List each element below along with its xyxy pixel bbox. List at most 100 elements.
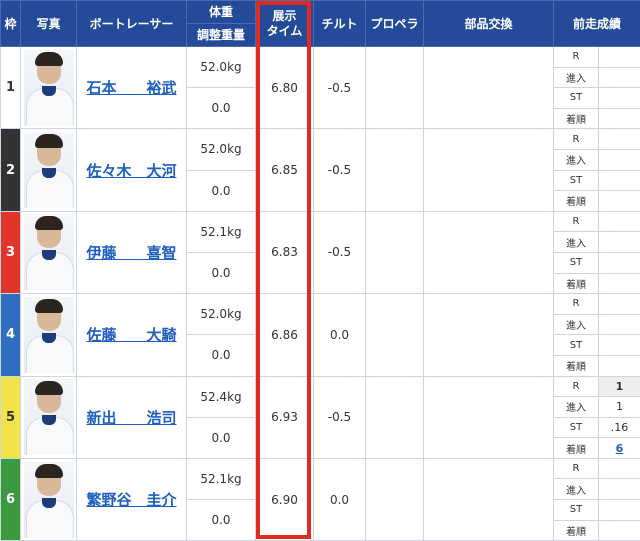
racer-name-link[interactable]: 新出 浩司 xyxy=(86,409,176,427)
result-value-r xyxy=(597,46,640,68)
result-label: 進入 xyxy=(553,148,599,171)
result-value-st xyxy=(597,251,640,274)
tenji-time: 6.86 xyxy=(255,293,314,377)
racer-name-cell: 新出 浩司 xyxy=(76,375,187,459)
propeller-value xyxy=(365,128,424,212)
tenji-label-line1: 展示 xyxy=(272,8,297,23)
result-label: 進入 xyxy=(553,396,599,418)
tenji-time: 6.83 xyxy=(255,210,314,295)
racer-weight: 52.1kg xyxy=(186,210,256,253)
racer-weight: 52.1kg xyxy=(186,457,256,501)
tilt-header: チルト xyxy=(313,0,366,47)
weight-header: 体重 調整重量 xyxy=(186,0,256,47)
parts-value xyxy=(423,457,554,541)
result-label: 進入 xyxy=(553,66,599,89)
result-label: ST xyxy=(553,87,599,109)
result-label: R xyxy=(553,46,599,68)
result-value-entry xyxy=(597,148,640,171)
header-row: 枠 写真 ボートレーサー 体重 調整重量 展示 タイム チルト プロペラ 部品交… xyxy=(0,0,640,47)
result-value-r xyxy=(597,293,640,315)
result-label: 着順 xyxy=(553,272,599,295)
racer-header: ボートレーサー xyxy=(76,0,187,47)
racer-name-link[interactable]: 佐々木 大河 xyxy=(86,162,176,180)
result-label: 着順 xyxy=(553,190,599,212)
result-value-st xyxy=(597,87,640,109)
racer-photo-cell xyxy=(20,293,77,377)
result-value-finish xyxy=(597,354,640,377)
racer-name-link[interactable]: 伊藤 喜智 xyxy=(86,244,176,262)
racer-name-cell: 佐藤 大騎 xyxy=(76,293,187,377)
tilt-value: 0.0 xyxy=(313,293,366,377)
result-value-finish xyxy=(597,519,640,541)
racer-weight: 52.0kg xyxy=(186,45,256,89)
result-label: 進入 xyxy=(553,313,599,336)
weight-label: 体重 xyxy=(187,1,255,24)
result-value-entry xyxy=(597,478,640,501)
parts-header: 部品交換 xyxy=(423,0,554,47)
photo-header: 写真 xyxy=(20,0,77,47)
racer-name-link[interactable]: 繁野谷 圭介 xyxy=(86,491,176,509)
result-label: R xyxy=(553,293,599,315)
result-value-st xyxy=(597,169,640,192)
result-label: ST xyxy=(553,169,599,192)
racer-weight: 52.0kg xyxy=(186,293,256,336)
result-label: ST xyxy=(553,334,599,356)
parts-value xyxy=(423,128,554,212)
racer-photo xyxy=(23,214,74,291)
result-value-st: .16 xyxy=(597,416,640,439)
prev-result-header: 前走成績 xyxy=(552,0,640,47)
tenji-label-line2: タイム xyxy=(266,23,303,38)
parts-value xyxy=(423,375,554,459)
racer-adjust-weight: 0.0 xyxy=(186,416,256,459)
propeller-value xyxy=(365,457,424,541)
racer-row: 5 新出 浩司 52.4kg 6.93 -0.5 R 1 xyxy=(0,375,640,459)
propeller-value xyxy=(365,375,424,459)
racer-photo xyxy=(23,132,74,209)
result-label: 着順 xyxy=(553,437,599,459)
result-label: 進入 xyxy=(553,478,599,501)
tilt-value: -0.5 xyxy=(313,128,366,212)
racer-row: 1 石本 裕武 52.0kg 6.80 -0.5 R xyxy=(0,45,640,130)
frame-header: 枠 xyxy=(0,0,21,47)
racer-row: 2 佐々木 大河 52.0kg 6.85 -0.5 R xyxy=(0,128,640,212)
result-label: 着順 xyxy=(553,107,599,130)
result-value-entry xyxy=(597,231,640,253)
frame-number: 5 xyxy=(0,375,21,459)
tenji-time: 6.85 xyxy=(255,128,314,212)
racer-photo xyxy=(23,296,74,373)
tilt-value: -0.5 xyxy=(313,210,366,295)
parts-value xyxy=(423,210,554,295)
result-value-st xyxy=(597,499,640,521)
racer-name-cell: 繁野谷 圭介 xyxy=(76,457,187,541)
result-value-r: 1 xyxy=(597,375,640,398)
racer-table: 枠 写真 ボートレーサー 体重 調整重量 展示 タイム チルト プロペラ 部品交… xyxy=(0,0,640,541)
racer-photo xyxy=(23,49,74,126)
result-label: R xyxy=(553,375,599,398)
result-value-r xyxy=(597,210,640,233)
result-value-finish xyxy=(597,107,640,130)
racer-adjust-weight: 0.0 xyxy=(186,499,256,541)
tenji-time: 6.80 xyxy=(255,45,314,130)
tilt-value: 0.0 xyxy=(313,457,366,541)
result-label: ST xyxy=(553,416,599,439)
racer-row: 3 伊藤 喜智 52.1kg 6.83 -0.5 R xyxy=(0,210,640,295)
result-label: R xyxy=(553,210,599,233)
racer-name-link[interactable]: 佐藤 大騎 xyxy=(86,326,176,344)
racer-row: 6 繁野谷 圭介 52.1kg 6.90 0.0 R xyxy=(0,457,640,541)
racer-photo-cell xyxy=(20,210,77,295)
tilt-value: -0.5 xyxy=(313,45,366,130)
result-value-finish[interactable]: 6 xyxy=(597,437,640,459)
racer-adjust-weight: 0.0 xyxy=(186,87,256,130)
racer-adjust-weight: 0.0 xyxy=(186,169,256,212)
tilt-value: -0.5 xyxy=(313,375,366,459)
result-value-st xyxy=(597,334,640,356)
racer-adjust-weight: 0.0 xyxy=(186,251,256,295)
propeller-value xyxy=(365,45,424,130)
frame-number: 3 xyxy=(0,210,21,295)
propeller-value xyxy=(365,210,424,295)
finish-link[interactable]: 6 xyxy=(616,442,624,455)
racer-photo-cell xyxy=(20,45,77,130)
result-label: 着順 xyxy=(553,519,599,541)
propeller-value xyxy=(365,293,424,377)
racer-name-link[interactable]: 石本 裕武 xyxy=(86,79,176,97)
